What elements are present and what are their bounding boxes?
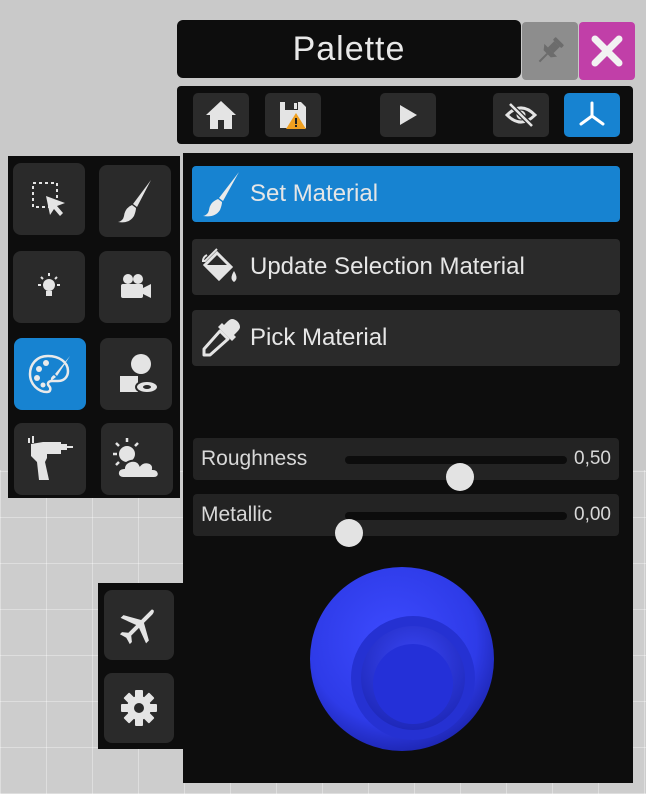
paint-bucket-icon [201,248,237,282]
pick-material-button[interactable]: Pick Material [192,310,620,366]
lightbulb-icon [38,273,60,296]
roughness-slider-row: Roughness 0,50 [193,438,619,491]
metallic-slider-row: Metallic 0,00 [193,494,619,547]
material-preview [309,566,495,752]
set-material-button[interactable]: Set Material [192,166,620,222]
close-button[interactable] [579,22,635,80]
airplane-icon [119,609,154,645]
roughness-track[interactable] [345,456,567,491]
metallic-label: Metallic [201,503,273,526]
roughness-label: Roughness [201,447,308,470]
material-preview-sphere [310,567,494,751]
pick-material-label: Pick Material [250,324,388,351]
axes-icon [579,101,605,126]
metallic-track[interactable] [335,512,567,547]
close-icon [591,35,623,67]
palette-tool-button[interactable] [14,338,86,410]
eye-off-icon [505,102,537,128]
camera-tool-button[interactable] [99,251,171,323]
title-bar[interactable]: Palette [177,20,521,78]
settings-button[interactable] [104,673,174,743]
gizmo-button[interactable] [564,93,620,137]
play-button[interactable] [380,93,436,137]
eyedropper-icon [202,319,240,357]
shapes-icon [118,354,159,394]
pin-icon [538,37,564,63]
save-button[interactable] [265,93,321,137]
select-tool-button[interactable] [13,163,85,235]
update-selection-material-button[interactable]: Update Selection Material [192,239,620,295]
home-button[interactable] [193,93,249,137]
select-cursor-icon [32,182,65,216]
update-selection-material-label: Update Selection Material [250,253,525,280]
roughness-value: 0,50 [574,448,611,469]
home-icon [206,101,236,129]
gear-icon [121,690,157,726]
emitter-tool-button[interactable] [14,423,86,495]
ray-gun-icon [28,436,73,480]
play-icon [400,105,417,125]
fly-mode-button[interactable] [104,590,174,660]
weather-icon [113,438,160,479]
pin-button[interactable] [522,22,578,80]
set-material-label: Set Material [250,180,379,207]
visibility-button[interactable] [493,93,549,137]
save-warning-icon [280,102,306,129]
palette-icon [28,354,70,394]
metallic-value: 0,00 [574,504,611,525]
environment-tool-button[interactable] [101,423,173,495]
brush-tool-button[interactable] [99,165,171,237]
brush-icon [118,180,151,223]
window-title: Palette [292,30,406,68]
brush-icon [203,172,239,217]
light-tool-button[interactable] [13,251,85,323]
video-camera-icon [121,274,151,298]
primitives-tool-button[interactable] [100,338,172,410]
